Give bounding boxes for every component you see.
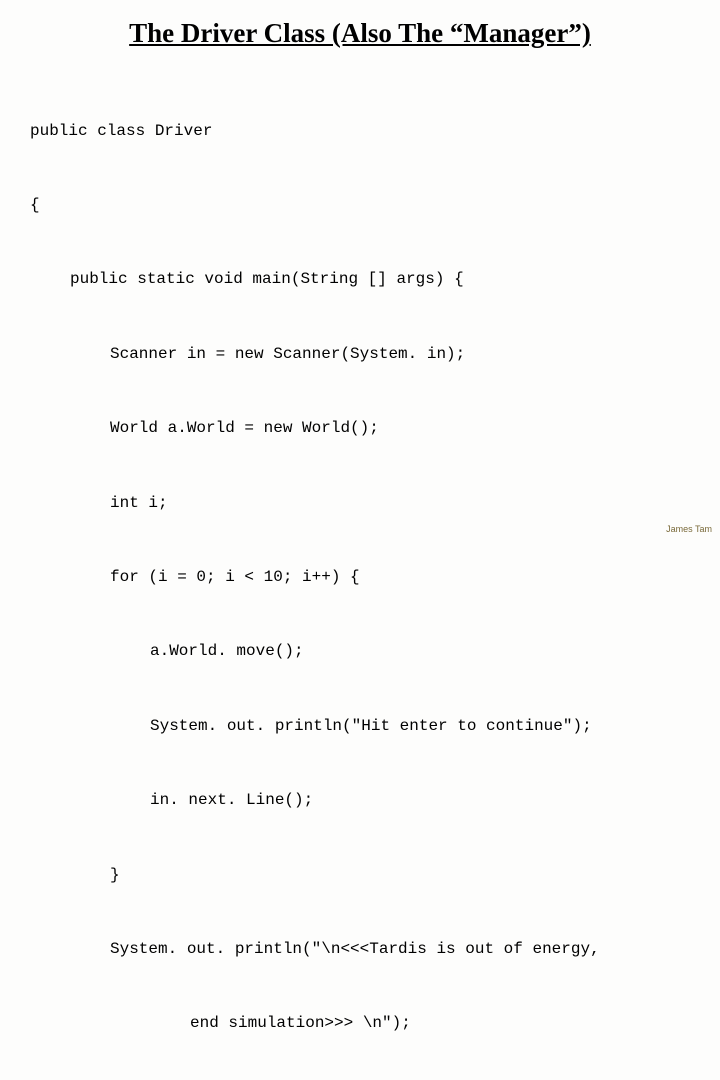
code-line: public class Driver [30,119,690,144]
code-line: { [30,193,690,218]
page-title: The Driver Class (Also The “Manager”) [30,18,690,49]
code-block: public class Driver { public static void… [30,69,690,1080]
code-line: a.World. move(); [30,639,690,664]
code-line: for (i = 0; i < 10; i++) { [30,565,690,590]
code-line: System. out. println("Hit enter to conti… [30,714,690,739]
code-line: in. next. Line(); [30,788,690,813]
code-line: int i; [30,491,690,516]
code-line: Scanner in = new Scanner(System. in); [30,342,690,367]
code-line: public static void main(String [] args) … [30,267,690,292]
code-line: } [30,863,690,888]
code-line: end simulation>>> \n"); [30,1011,690,1036]
code-line: System. out. println("\n<<<Tardis is out… [30,937,690,962]
code-line: World a.World = new World(); [30,416,690,441]
footer-author: James Tam [666,524,712,534]
slide-container: The Driver Class (Also The “Manager”) pu… [0,0,720,1080]
